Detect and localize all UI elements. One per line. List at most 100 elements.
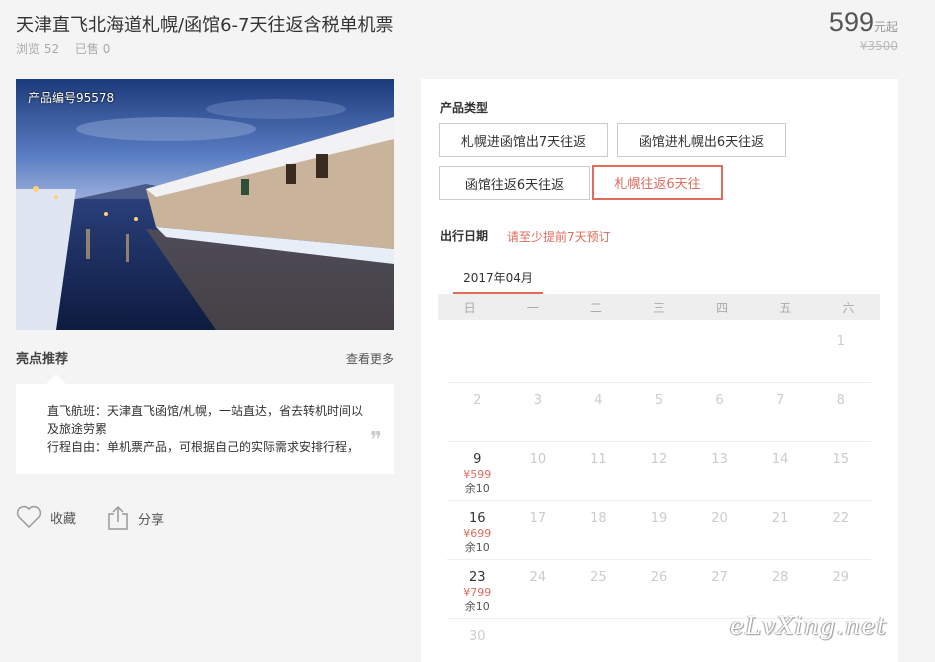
highlights-box: 直飞航班：天津直飞函馆/札幌，一站直达，省去转机时间以 及旅途劳累 行程自由：单…	[16, 374, 394, 474]
day-number: 12	[650, 452, 668, 467]
original-price: ¥3500	[859, 39, 898, 53]
calendar-day: 10	[508, 442, 569, 500]
day-number: 16	[469, 511, 486, 526]
calendar-day: 27	[689, 560, 750, 618]
calendar-day[interactable]: 23 ¥799 余10	[447, 560, 508, 618]
day-number: 17	[529, 511, 547, 526]
day-number: 6	[715, 393, 724, 408]
day-number: 29	[832, 570, 849, 585]
calendar-day: 26	[629, 560, 690, 618]
calendar-week: 23 ¥799 余10 24 25 26 27 28 29	[447, 560, 871, 619]
calendar-day: 7	[750, 383, 811, 441]
canal-photo	[16, 79, 394, 330]
day-number: 5	[654, 393, 664, 408]
day-number: 18	[590, 511, 607, 526]
share-button[interactable]: 分享	[106, 505, 164, 531]
weekday-label: 四	[716, 300, 729, 315]
option-sapporo-hakodate-7d[interactable]: 札幌进函馆出7天往返	[439, 123, 608, 157]
calendar-empty	[568, 619, 629, 662]
price-unit: 元起	[873, 20, 898, 34]
day-number: 30	[469, 629, 486, 644]
calendar-empty	[568, 324, 629, 382]
highlights-title: 亮点推荐	[16, 352, 69, 367]
day-number: 23	[469, 570, 486, 585]
calendar-empty	[689, 324, 750, 382]
sold-count: 已售 0	[74, 42, 111, 56]
day-number: 7	[775, 393, 785, 408]
calendar-day: 11	[568, 442, 629, 500]
calendar-day: 22	[810, 501, 871, 559]
day-number: 25	[590, 570, 607, 585]
calendar-empty	[629, 619, 690, 662]
product-photo[interactable]: 产品编号95578	[16, 79, 394, 330]
calendar-day: 3	[508, 383, 569, 441]
booking-tip: 请至少提前7天预订	[507, 230, 611, 244]
day-remaining: 余10	[464, 482, 490, 495]
calendar-day: 29	[810, 560, 871, 618]
calendar-day: 25	[568, 560, 629, 618]
weekday-label: 一	[526, 300, 539, 315]
calendar-day: 18	[568, 501, 629, 559]
calendar-day: 8	[810, 383, 871, 441]
calendar-day: 19	[629, 501, 690, 559]
day-number: 1	[836, 334, 845, 349]
weekday-header: 日 一 二 三 四 五 六	[438, 294, 880, 320]
day-number: 3	[533, 393, 542, 408]
option-hakodate-roundtrip-6d[interactable]: 函馆往返6天往返	[439, 166, 590, 200]
favorite-label: 收藏	[50, 511, 77, 527]
option-sapporo-roundtrip-6d[interactable]: 札幌往返6天往	[592, 165, 723, 200]
product-code: 产品编号95578	[28, 91, 115, 105]
calendar-day: 4	[568, 383, 629, 441]
day-number: 21	[771, 511, 789, 526]
weekday-label: 日	[463, 300, 476, 315]
product-title: 天津直飞北海道札幌/函馆6-7天往返含税单机票	[16, 15, 394, 36]
day-number: 24	[529, 570, 547, 585]
calendar-day[interactable]: 16 ¥699 余10	[447, 501, 508, 559]
day-number: 20	[711, 511, 728, 526]
day-number: 10	[529, 452, 547, 467]
highlight-line: 直飞航班：天津直飞函馆/札幌，一站直达，省去转机时间以	[47, 404, 364, 418]
travel-date-label: 出行日期	[440, 229, 489, 243]
heart-icon	[16, 505, 42, 529]
day-price: ¥699	[463, 527, 492, 540]
calendar-day: 1	[810, 324, 871, 382]
calendar-day[interactable]: 9 ¥599 余10	[447, 442, 508, 500]
see-more-link[interactable]: 查看更多	[346, 350, 394, 367]
price-block: 599元起 ¥3500	[829, 7, 898, 53]
calendar-day: 28	[750, 560, 811, 618]
day-number: 28	[771, 570, 789, 585]
calendar-day: 20	[689, 501, 750, 559]
month-tab[interactable]: 2017年04月	[453, 269, 543, 295]
highlight-line: 行程自由：单机票产品，可根据自己的实际需求安排行程，	[47, 440, 360, 454]
day-number: 22	[832, 511, 849, 526]
day-number: 9	[473, 452, 482, 467]
calendar-day: 30	[447, 619, 508, 662]
calendar-week: 2 3 4 5 6 7 8	[447, 383, 871, 442]
day-number: 26	[650, 570, 668, 585]
calendar-week: 9 ¥599 余10 10 11 12 13 14 15	[447, 442, 871, 501]
weekday-label: 六	[842, 300, 855, 315]
calendar-empty	[447, 324, 508, 382]
day-price: ¥599	[463, 468, 492, 481]
favorite-button[interactable]: 收藏	[16, 505, 76, 529]
day-number: 13	[711, 452, 728, 467]
weekday-label: 三	[652, 300, 665, 315]
day-number: 8	[836, 393, 845, 408]
day-number: 4	[594, 393, 603, 408]
calendar-day: 14	[750, 442, 811, 500]
day-number: 27	[711, 570, 728, 585]
day-number: 2	[473, 393, 482, 408]
calendar-week: 1	[447, 324, 871, 383]
day-number: 19	[650, 511, 668, 526]
option-hakodate-sapporo-6d[interactable]: 函馆进札幌出6天往返	[617, 123, 786, 157]
calendar-empty	[750, 324, 811, 382]
calendar-day: 12	[629, 442, 690, 500]
highlight-line: 及旅途劳累	[47, 422, 108, 436]
calendar-week: 16 ¥699 余10 17 18 19 20 21 22	[447, 501, 871, 560]
weekday-label: 五	[779, 300, 792, 315]
calendar-day: 5	[629, 383, 690, 441]
view-count: 浏览 52	[16, 42, 60, 56]
price-value: 599	[828, 7, 874, 37]
calendar-day: 15	[810, 442, 871, 500]
share-label: 分享	[138, 512, 165, 528]
